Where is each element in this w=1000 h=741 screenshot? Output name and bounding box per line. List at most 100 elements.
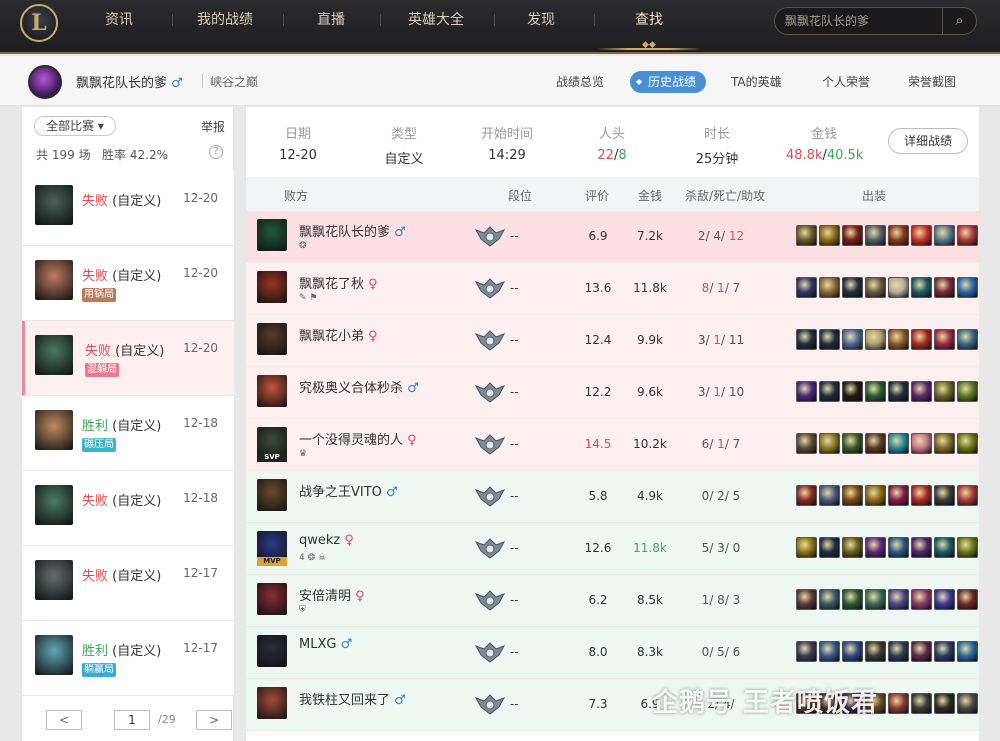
item-icon[interactable] — [865, 381, 886, 402]
item-icon[interactable] — [819, 277, 840, 298]
player-name[interactable]: 战争之王VITO ♂ — [299, 481, 398, 500]
player-name[interactable]: 一个没得灵魂的人 ♀ — [299, 429, 417, 448]
item-icon[interactable] — [796, 381, 817, 402]
match-filter-dropdown[interactable]: 全部比赛 ▾ — [34, 116, 116, 136]
item-icon[interactable] — [888, 693, 909, 714]
item-icon[interactable] — [842, 641, 863, 662]
item-icon[interactable] — [957, 641, 978, 662]
item-icon[interactable] — [842, 537, 863, 558]
player-name[interactable]: 我铁柱又回来了 ♂ — [299, 689, 406, 708]
table-row[interactable]: MLXG ♂ -- 8.0 8.3k 0/ 5/ 6 — [246, 627, 979, 679]
detail-stats-button[interactable]: 详细战绩 — [888, 128, 968, 154]
item-icon[interactable] — [957, 277, 978, 298]
match-list-item[interactable]: 失败 (自定义) 12-20 混躺局 — [22, 321, 234, 396]
item-icon[interactable] — [934, 641, 955, 662]
item-icon[interactable] — [888, 225, 909, 246]
item-icon[interactable] — [957, 537, 978, 558]
item-icon[interactable] — [865, 537, 886, 558]
item-icon[interactable] — [796, 433, 817, 454]
item-icon[interactable] — [796, 329, 817, 350]
item-icon[interactable] — [842, 381, 863, 402]
item-icon[interactable] — [911, 433, 932, 454]
player-name[interactable]: 安倍清明 ♀ — [299, 585, 365, 604]
item-icon[interactable] — [796, 277, 817, 298]
prev-page-button[interactable]: < — [46, 710, 82, 730]
item-icon[interactable] — [865, 433, 886, 454]
avatar[interactable] — [28, 65, 62, 99]
item-icon[interactable] — [842, 589, 863, 610]
item-icon[interactable] — [957, 693, 978, 714]
item-icon[interactable] — [796, 537, 817, 558]
report-link[interactable]: 举报 — [201, 118, 225, 135]
item-icon[interactable] — [957, 329, 978, 350]
match-list-item[interactable]: 胜利 (自定义) 12-17 躺赢局 — [22, 621, 234, 696]
tab-honor-screenshots[interactable]: 荣誉截图 — [908, 71, 956, 93]
player-name[interactable]: 究极奥义合体秒杀 ♂ — [299, 377, 419, 396]
item-icon[interactable] — [934, 589, 955, 610]
item-icon[interactable] — [911, 589, 932, 610]
item-icon[interactable] — [957, 589, 978, 610]
table-row[interactable]: 究极奥义合体秒杀 ♂ -- 12.2 9.6k 3/ 1/ 10 — [246, 367, 979, 419]
next-page-button[interactable]: > — [196, 710, 232, 730]
match-list-item[interactable]: 失败 (自定义) 12-18 — [22, 471, 234, 546]
item-icon[interactable] — [796, 641, 817, 662]
item-icon[interactable] — [888, 537, 909, 558]
item-icon[interactable] — [819, 381, 840, 402]
item-icon[interactable] — [819, 589, 840, 610]
tab-honors[interactable]: 个人荣誉 — [822, 71, 870, 93]
item-icon[interactable] — [934, 329, 955, 350]
item-icon[interactable] — [911, 225, 932, 246]
player-name[interactable]: 飘飘花队长的爹 ♂ — [299, 221, 406, 240]
item-icon[interactable] — [957, 381, 978, 402]
item-icon[interactable] — [819, 537, 840, 558]
match-list-item[interactable]: 失败 (自定义) 12-20 — [22, 171, 234, 246]
item-icon[interactable] — [796, 225, 817, 246]
item-icon[interactable] — [842, 485, 863, 506]
item-icon[interactable] — [819, 485, 840, 506]
item-icon[interactable] — [865, 485, 886, 506]
item-icon[interactable] — [819, 225, 840, 246]
item-icon[interactable] — [934, 381, 955, 402]
item-icon[interactable] — [934, 485, 955, 506]
item-icon[interactable] — [819, 641, 840, 662]
item-icon[interactable] — [842, 225, 863, 246]
item-icon[interactable] — [796, 485, 817, 506]
item-icon[interactable] — [957, 225, 978, 246]
page-input[interactable]: 1 — [114, 710, 150, 730]
item-icon[interactable] — [934, 225, 955, 246]
item-icon[interactable] — [934, 537, 955, 558]
nav-live[interactable]: 直播 — [308, 0, 354, 40]
item-icon[interactable] — [865, 329, 886, 350]
item-icon[interactable] — [842, 277, 863, 298]
match-list-item[interactable]: 失败 (自定义) 12-20 用锅局 — [22, 246, 234, 321]
item-icon[interactable] — [865, 277, 886, 298]
item-icon[interactable] — [934, 277, 955, 298]
item-icon[interactable] — [796, 589, 817, 610]
item-icon[interactable] — [888, 433, 909, 454]
player-name[interactable]: qwekz ♀ — [299, 533, 354, 548]
item-icon[interactable] — [888, 641, 909, 662]
item-icon[interactable] — [888, 277, 909, 298]
player-name[interactable]: MLXG ♂ — [299, 637, 352, 652]
nav-news[interactable]: 资讯 — [96, 0, 142, 40]
item-icon[interactable] — [842, 329, 863, 350]
item-icon[interactable] — [819, 433, 840, 454]
item-icon[interactable] — [865, 225, 886, 246]
nav-search[interactable]: 查找 — [596, 0, 702, 50]
search-input[interactable] — [785, 12, 943, 30]
player-name[interactable]: 飘飘花小弟 ♀ — [299, 325, 378, 344]
game-logo[interactable]: L — [20, 4, 58, 42]
nav-my-record[interactable]: 我的战绩 — [195, 0, 255, 40]
table-row[interactable]: SVP 一个没得灵魂的人 ♀ ♛ -- 14.5 10.2k 6/ 1/ 7 — [246, 419, 979, 471]
table-row[interactable]: 飘飘花小弟 ♀ -- 12.4 9.9k 3/ 1/ 11 — [246, 315, 979, 367]
item-icon[interactable] — [865, 589, 886, 610]
tab-heroes[interactable]: TA的英雄 — [731, 71, 782, 93]
table-row[interactable]: 安倍清明 ♀ ⛨ -- 6.2 8.5k 1/ 8/ 3 — [246, 575, 979, 627]
player-name[interactable]: 飘飘花了秋 ♀ — [299, 273, 378, 292]
table-row[interactable]: 战争之王VITO ♂ -- 5.8 4.9k 0/ 2/ 5 — [246, 471, 979, 523]
nav-heroes[interactable]: 英雄大全 — [404, 0, 468, 40]
match-list-item[interactable]: 胜利 (自定义) 12-18 碾压局 — [22, 396, 234, 471]
item-icon[interactable] — [911, 537, 932, 558]
item-icon[interactable] — [865, 641, 886, 662]
item-icon[interactable] — [957, 485, 978, 506]
